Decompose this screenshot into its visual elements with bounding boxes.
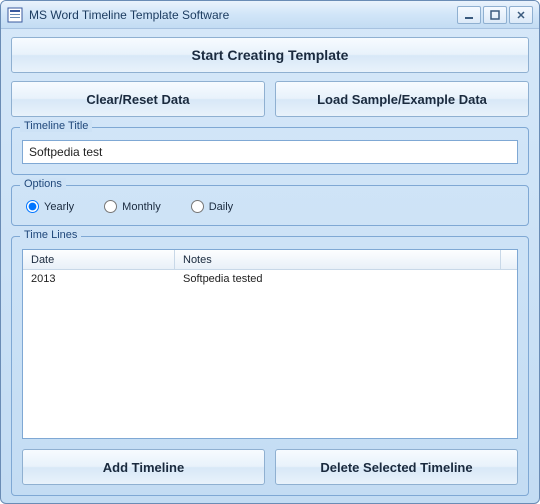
timeline-title-group: Timeline Title bbox=[11, 127, 529, 175]
radio-daily-label: Daily bbox=[209, 201, 233, 213]
radio-daily[interactable]: Daily bbox=[191, 200, 233, 213]
minimize-button[interactable] bbox=[457, 6, 481, 24]
clear-reset-button[interactable]: Clear/Reset Data bbox=[11, 81, 265, 117]
titlebar: MS Word Timeline Template Software bbox=[1, 1, 539, 29]
delete-timeline-button[interactable]: Delete Selected Timeline bbox=[275, 449, 518, 485]
start-creating-button[interactable]: Start Creating Template bbox=[11, 37, 529, 73]
close-button[interactable] bbox=[509, 6, 533, 24]
options-group: Options Yearly Monthly Daily bbox=[11, 185, 529, 226]
window-title: MS Word Timeline Template Software bbox=[29, 8, 457, 22]
cell-notes: Softpedia tested bbox=[175, 273, 517, 285]
timeline-title-input[interactable] bbox=[22, 140, 518, 164]
radio-yearly-label: Yearly bbox=[44, 201, 74, 213]
radio-monthly-input[interactable] bbox=[104, 200, 117, 213]
timelines-listview[interactable]: Date Notes 2013 Softpedia tested bbox=[22, 249, 518, 439]
app-window: MS Word Timeline Template Software Start… bbox=[0, 0, 540, 504]
load-sample-button[interactable]: Load Sample/Example Data bbox=[275, 81, 529, 117]
action-row: Clear/Reset Data Load Sample/Example Dat… bbox=[11, 81, 529, 117]
table-row[interactable]: 2013 Softpedia tested bbox=[23, 270, 517, 288]
options-legend: Options bbox=[20, 178, 66, 190]
column-header-date[interactable]: Date bbox=[23, 250, 175, 269]
radio-monthly-label: Monthly bbox=[122, 201, 161, 213]
window-controls bbox=[457, 6, 533, 24]
radio-monthly[interactable]: Monthly bbox=[104, 200, 161, 213]
timeline-buttons-row: Add Timeline Delete Selected Timeline bbox=[22, 449, 518, 485]
timeline-title-legend: Timeline Title bbox=[20, 120, 92, 132]
app-icon bbox=[7, 7, 23, 23]
timelines-group: Time Lines Date Notes 2013 Softpedia tes… bbox=[11, 236, 529, 496]
maximize-button[interactable] bbox=[483, 6, 507, 24]
listview-header: Date Notes bbox=[23, 250, 517, 270]
column-header-notes[interactable]: Notes bbox=[175, 250, 501, 269]
client-area: Start Creating Template Clear/Reset Data… bbox=[1, 29, 539, 504]
options-radio-row: Yearly Monthly Daily bbox=[22, 198, 518, 215]
column-header-spacer bbox=[501, 250, 517, 269]
cell-date: 2013 bbox=[23, 273, 175, 285]
radio-yearly[interactable]: Yearly bbox=[26, 200, 74, 213]
radio-daily-input[interactable] bbox=[191, 200, 204, 213]
add-timeline-button[interactable]: Add Timeline bbox=[22, 449, 265, 485]
timelines-legend: Time Lines bbox=[20, 229, 81, 241]
radio-yearly-input[interactable] bbox=[26, 200, 39, 213]
